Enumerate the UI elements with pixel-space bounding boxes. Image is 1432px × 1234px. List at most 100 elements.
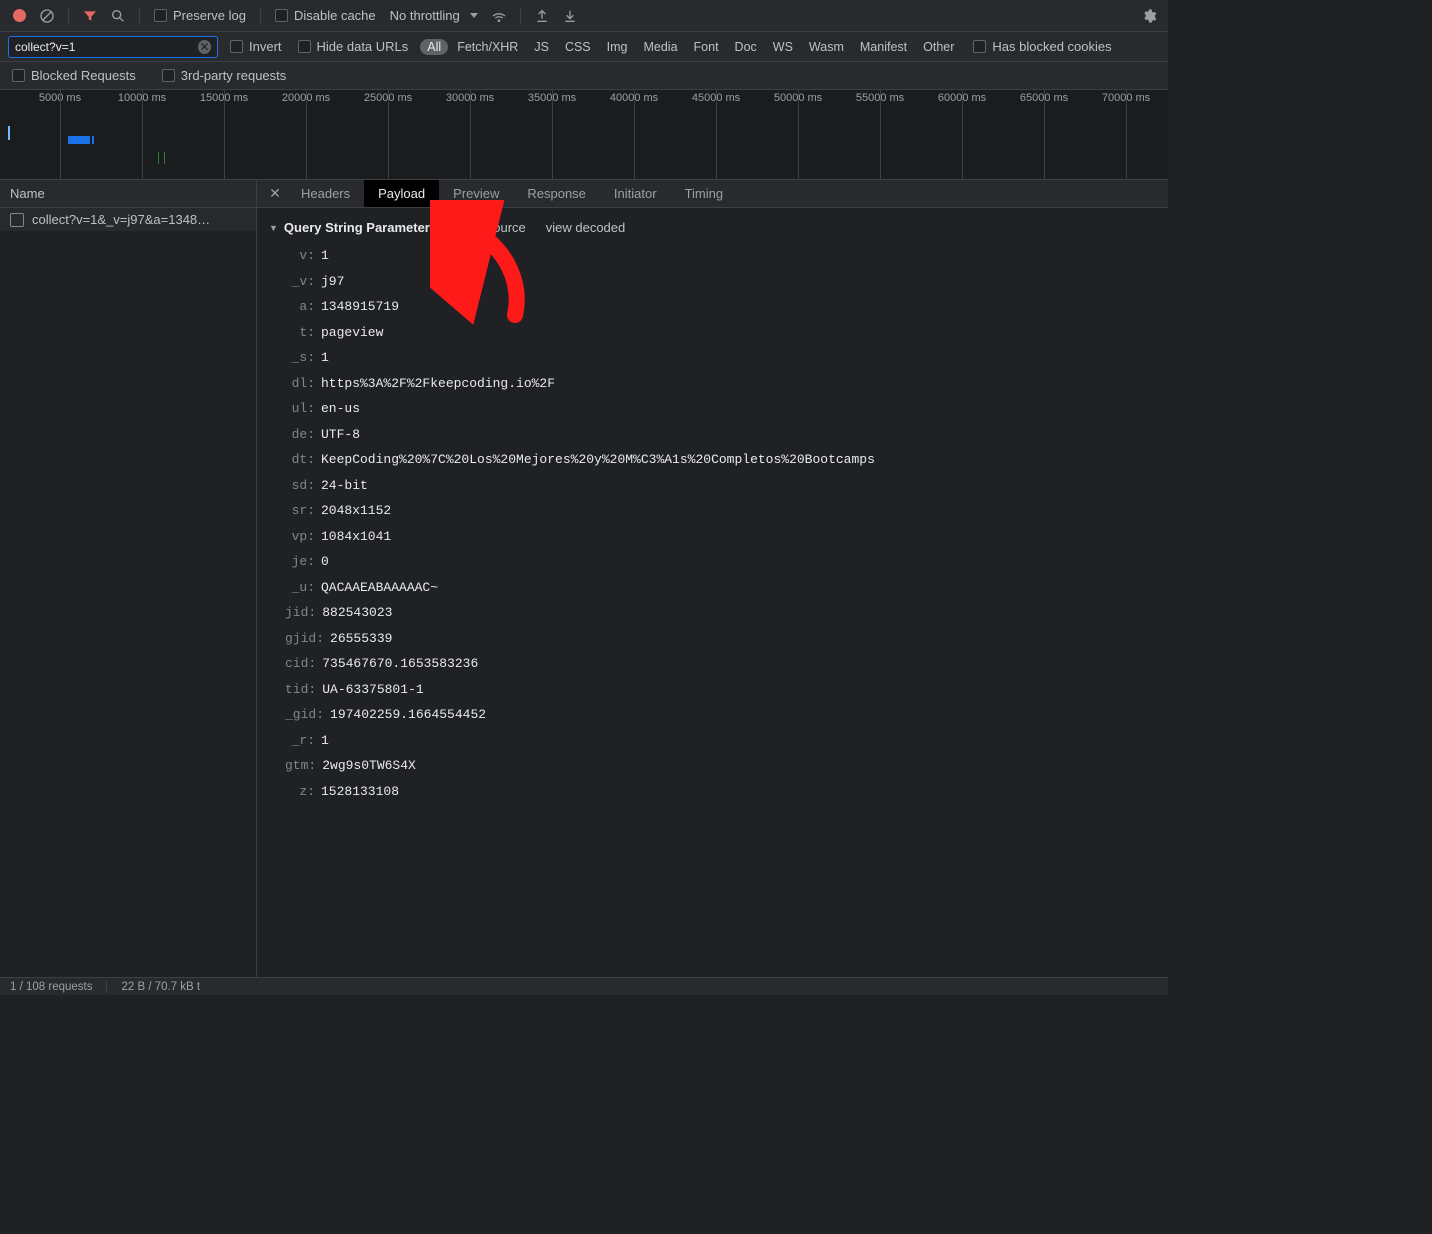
type-filter-css[interactable]: CSS [558, 39, 598, 55]
hide-data-urls-label: Hide data URLs [317, 39, 409, 54]
download-har-icon[interactable] [559, 5, 581, 27]
type-filter-fetchxhr[interactable]: Fetch/XHR [450, 39, 525, 55]
param-key: _r [285, 731, 321, 751]
param-key: jid [285, 603, 322, 623]
type-filter-img[interactable]: Img [600, 39, 635, 55]
param-key: gjid [285, 629, 330, 649]
param-row: _vj97 [285, 269, 1168, 295]
tab-preview[interactable]: Preview [439, 180, 513, 207]
network-conditions-icon[interactable] [488, 5, 510, 27]
param-key: de [285, 425, 321, 445]
name-column-header[interactable]: Name [0, 180, 256, 208]
type-filter-all[interactable]: All [420, 39, 448, 55]
throttling-select[interactable]: No throttling [386, 8, 482, 23]
tab-headers[interactable]: Headers [287, 180, 364, 207]
param-key: a [285, 297, 321, 317]
param-value: 1348915719 [321, 297, 399, 317]
param-key: tid [285, 680, 322, 700]
type-filter-manifest[interactable]: Manifest [853, 39, 914, 55]
param-row: z1528133108 [285, 779, 1168, 805]
request-detail-pane: ✕ HeadersPayloadPreviewResponseInitiator… [257, 180, 1168, 977]
request-row[interactable]: collect?v=1&_v=j97&a=1348… [0, 208, 256, 231]
param-key: gtm [285, 756, 322, 776]
file-icon [10, 213, 24, 227]
gear-icon[interactable] [1138, 5, 1160, 27]
blocked-requests-checkbox[interactable]: Blocked Requests [8, 68, 140, 83]
throttling-label: No throttling [390, 8, 460, 23]
param-key: z [285, 782, 321, 802]
param-key: sr [285, 501, 321, 521]
type-filter-font[interactable]: Font [687, 39, 726, 55]
param-row: je0 [285, 549, 1168, 575]
param-row: deUTF-8 [285, 422, 1168, 448]
param-value: 1084x1041 [321, 527, 391, 547]
blocked-requests-label: Blocked Requests [31, 68, 136, 83]
tab-initiator[interactable]: Initiator [600, 180, 671, 207]
param-value: en-us [321, 399, 360, 419]
param-row: sd24-bit [285, 473, 1168, 499]
status-bar: 1 / 108 requests 22 B / 70.7 kB t [0, 977, 1168, 995]
param-value: j97 [321, 272, 344, 292]
has-blocked-cookies-label: Has blocked cookies [992, 39, 1111, 54]
tab-response[interactable]: Response [513, 180, 600, 207]
param-key: je [285, 552, 321, 572]
upload-har-icon[interactable] [531, 5, 553, 27]
filter-input[interactable] [15, 40, 198, 54]
param-key: dt [285, 450, 321, 470]
query-string-params-header[interactable]: Query String Parameters [269, 220, 437, 235]
param-row: ulen-us [285, 396, 1168, 422]
status-transfer: 22 B / 70.7 kB t [121, 981, 200, 993]
view-decoded-link[interactable]: view decoded [546, 220, 626, 235]
tab-timing[interactable]: Timing [671, 180, 738, 207]
detail-tabs: ✕ HeadersPayloadPreviewResponseInitiator… [257, 180, 1168, 208]
clear-icon[interactable] [36, 5, 58, 27]
hide-data-urls-checkbox[interactable]: Hide data URLs [294, 39, 413, 54]
preserve-log-checkbox[interactable]: Preserve log [150, 8, 250, 23]
param-value: 1 [321, 731, 329, 751]
filter-icon[interactable] [79, 5, 101, 27]
param-value: KeepCoding%20%7C%20Los%20Mejores%20y%20M… [321, 450, 875, 470]
type-filter-media[interactable]: Media [636, 39, 684, 55]
close-icon[interactable]: ✕ [263, 185, 287, 202]
param-value: UA-63375801-1 [322, 680, 423, 700]
disable-cache-checkbox[interactable]: Disable cache [271, 8, 380, 23]
third-party-requests-checkbox[interactable]: 3rd-party requests [158, 68, 291, 83]
param-value: 1 [321, 348, 329, 368]
payload-body: Query String Parameters view source view… [257, 208, 1168, 977]
network-timeline[interactable]: 5000 ms10000 ms15000 ms20000 ms25000 ms3… [0, 90, 1168, 180]
clear-filter-icon[interactable]: ✕ [198, 40, 211, 54]
record-button[interactable] [8, 5, 30, 27]
param-row: cid735467670.1653583236 [285, 651, 1168, 677]
param-value: 1528133108 [321, 782, 399, 802]
param-row: gtm2wg9s0TW6S4X [285, 753, 1168, 779]
type-filter-ws[interactable]: WS [766, 39, 800, 55]
filter-bar: ✕ Invert Hide data URLs AllFetch/XHRJSCS… [0, 32, 1168, 62]
third-party-label: 3rd-party requests [181, 68, 287, 83]
param-key: cid [285, 654, 322, 674]
param-key: ul [285, 399, 321, 419]
filter-input-wrapper: ✕ [8, 36, 218, 58]
invert-checkbox[interactable]: Invert [226, 39, 286, 54]
tab-payload[interactable]: Payload [364, 180, 439, 207]
param-row: jid882543023 [285, 600, 1168, 626]
param-key: _gid [285, 705, 330, 725]
view-source-link[interactable]: view source [457, 220, 526, 235]
preserve-log-label: Preserve log [173, 8, 246, 23]
type-filter-wasm[interactable]: Wasm [802, 39, 851, 55]
request-name: collect?v=1&_v=j97&a=1348… [32, 212, 210, 227]
param-key: vp [285, 527, 321, 547]
search-icon[interactable] [107, 5, 129, 27]
param-row: tpageview [285, 320, 1168, 346]
type-filter-other[interactable]: Other [916, 39, 961, 55]
param-row: v1 [285, 243, 1168, 269]
param-value: 1 [321, 246, 329, 266]
param-row: _s1 [285, 345, 1168, 371]
param-value: 197402259.1664554452 [330, 705, 486, 725]
param-key: dl [285, 374, 321, 394]
type-filter-doc[interactable]: Doc [728, 39, 764, 55]
param-key: t [285, 323, 321, 343]
invert-label: Invert [249, 39, 282, 54]
has-blocked-cookies-checkbox[interactable]: Has blocked cookies [969, 39, 1115, 54]
type-filter-js[interactable]: JS [527, 39, 556, 55]
param-row: sr2048x1152 [285, 498, 1168, 524]
